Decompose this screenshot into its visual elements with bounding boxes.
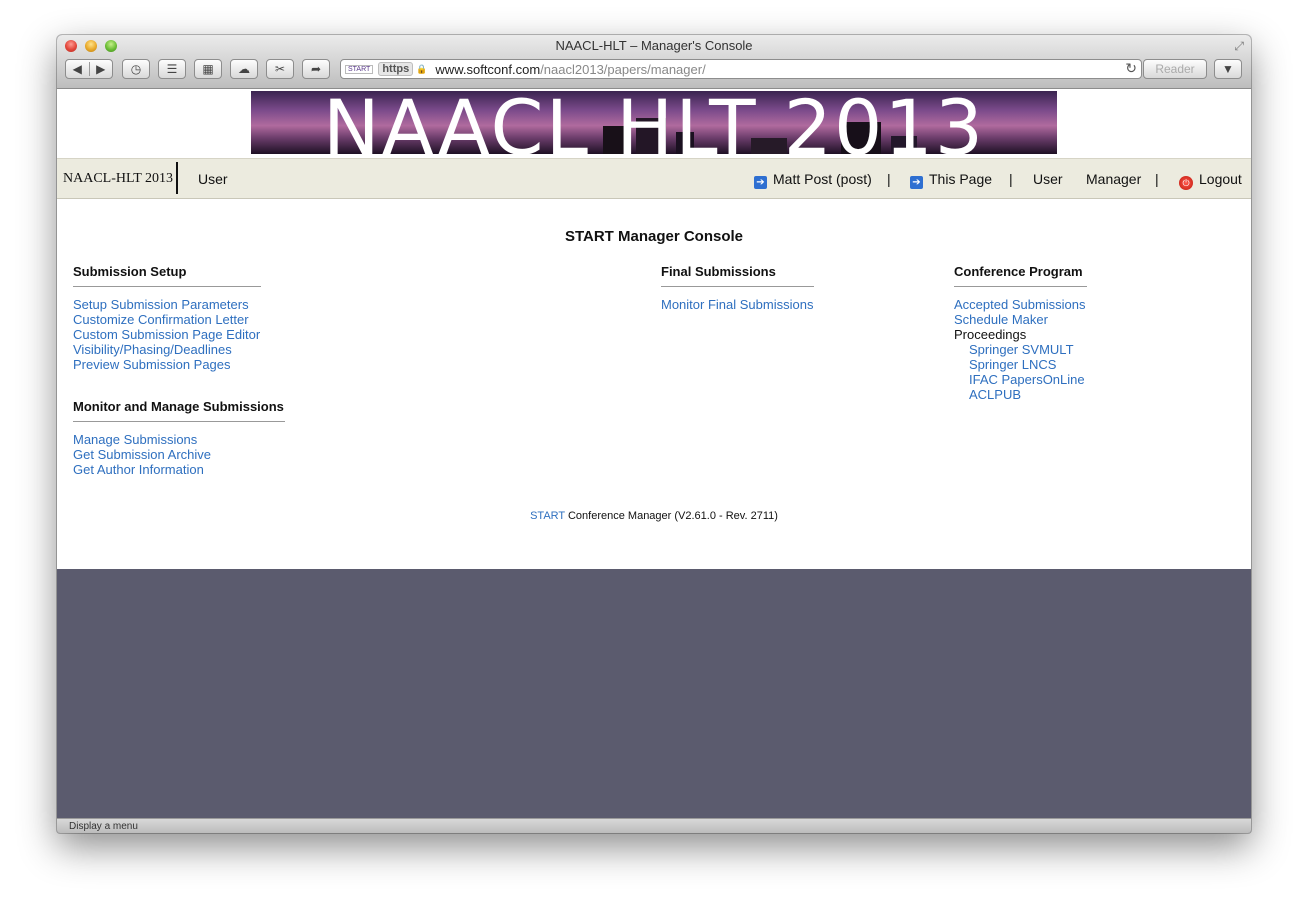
nav-separator: |: [1155, 171, 1159, 187]
springer-svmult-link[interactable]: Springer SVMULT: [954, 342, 1086, 357]
clip-button[interactable]: ✂: [266, 59, 294, 79]
arrow-right-icon: ➔: [910, 176, 923, 189]
conference-name[interactable]: NAACL-HLT 2013: [63, 171, 173, 187]
title-bar: NAACL-HLT – Manager's Console ⤢ ◀ ▶ ◷ ☰ …: [57, 35, 1251, 89]
proceedings-label: Proceedings: [954, 327, 1027, 342]
visibility-phasing-deadlines-link[interactable]: Visibility/Phasing/Deadlines: [73, 342, 260, 357]
nav-manager-link[interactable]: Manager: [1086, 171, 1141, 187]
status-bar: Display a menu: [57, 818, 1251, 833]
cloud-button[interactable]: ☁: [230, 59, 258, 79]
get-author-information-link[interactable]: Get Author Information: [73, 462, 211, 477]
aclpub-link[interactable]: ACLPUB: [954, 387, 1086, 402]
section-title-conference-program: Conference Program: [954, 264, 1087, 287]
back-arrow-icon[interactable]: ◀: [66, 62, 89, 76]
accepted-submissions-link[interactable]: Accepted Submissions: [954, 297, 1086, 312]
lock-icon: 🔒: [416, 63, 428, 74]
reload-icon[interactable]: ↻: [1125, 60, 1137, 77]
monitor-final-submissions-link[interactable]: Monitor Final Submissions: [661, 297, 813, 312]
springer-lncs-link[interactable]: Springer LNCS: [954, 357, 1086, 372]
https-badge: https: [378, 62, 414, 76]
cloud-icon: ☁: [238, 62, 250, 76]
page-footer: START Conference Manager (V2.61.0 - Rev.…: [57, 510, 1251, 522]
forward-arrow-icon[interactable]: ▶: [90, 62, 113, 76]
url-path[interactable]: /naacl2013/papers/manager/: [540, 62, 706, 77]
top-nav-bar: NAACL-HLT 2013 User ➔ Matt Post (post) | …: [57, 158, 1251, 199]
scissors-icon: ✂: [274, 62, 286, 76]
power-icon: ⏻: [1179, 176, 1193, 190]
final-submissions-links: Monitor Final Submissions: [661, 297, 813, 312]
top-sites-button[interactable]: ▦: [194, 59, 222, 79]
submission-setup-links: Setup Submission Parameters Customize Co…: [73, 297, 260, 372]
manage-submissions-link[interactable]: Manage Submissions: [73, 432, 211, 447]
conference-program-links: Accepted Submissions Schedule Maker Proc…: [954, 297, 1086, 402]
nav-divider: [176, 162, 178, 194]
monitor-manage-links: Manage Submissions Get Submission Archiv…: [73, 432, 211, 477]
nav-user-link[interactable]: User: [198, 171, 228, 187]
section-title-submission-setup: Submission Setup: [73, 264, 261, 287]
banner-title: NAACL HLT 2013: [322, 91, 986, 154]
bookmark-stack-icon: ☰: [166, 62, 178, 76]
bookmarks-button[interactable]: ☰: [158, 59, 186, 79]
page-title: START Manager Console: [564, 228, 744, 245]
clock-icon: ◷: [130, 62, 142, 76]
schedule-maker-link[interactable]: Schedule Maker: [954, 312, 1086, 327]
preview-submission-pages-link[interactable]: Preview Submission Pages: [73, 357, 260, 372]
section-title-monitor-manage: Monitor and Manage Submissions: [73, 399, 285, 422]
arrow-right-icon: ➔: [754, 176, 767, 189]
url-host[interactable]: www.softconf.com: [435, 62, 540, 77]
download-icon: ▼: [1222, 62, 1234, 76]
logout-link[interactable]: ⏻ Logout: [1179, 171, 1242, 190]
start-footer-link[interactable]: START: [530, 510, 565, 522]
customize-confirmation-letter-link[interactable]: Customize Confirmation Letter: [73, 312, 260, 327]
web-page: NAACL HLT 2013 NAACL-HLT 2013 User ➔ Matt…: [57, 89, 1251, 569]
browser-window: NAACL-HLT – Manager's Console ⤢ ◀ ▶ ◷ ☰ …: [57, 35, 1251, 833]
setup-submission-parameters-link[interactable]: Setup Submission Parameters: [73, 297, 260, 312]
downloads-button[interactable]: ▼: [1214, 59, 1242, 79]
nav-separator: |: [887, 171, 891, 187]
custom-submission-page-editor-link[interactable]: Custom Submission Page Editor: [73, 327, 260, 342]
grid-icon: ▦: [202, 62, 214, 76]
nav-separator: |: [1009, 171, 1013, 187]
reader-button[interactable]: Reader: [1143, 59, 1207, 79]
back-forward-buttons[interactable]: ◀ ▶: [65, 59, 113, 79]
address-bar[interactable]: START https 🔒 www.softconf.com/naacl2013…: [340, 59, 1142, 79]
window-title: NAACL-HLT – Manager's Console: [555, 38, 753, 53]
share-button[interactable]: ➦: [302, 59, 330, 79]
share-icon: ➦: [310, 62, 322, 76]
nav-user-right-link[interactable]: User: [1033, 171, 1063, 187]
this-page-link[interactable]: ➔ This Page: [910, 171, 992, 189]
fullscreen-icon[interactable]: ⤢: [1234, 39, 1244, 54]
site-favicon: START: [345, 64, 374, 74]
account-link[interactable]: ➔ Matt Post (post): [754, 171, 872, 189]
conference-banner: NAACL HLT 2013: [251, 91, 1057, 154]
get-submission-archive-link[interactable]: Get Submission Archive: [73, 447, 211, 462]
history-button[interactable]: ◷: [122, 59, 150, 79]
section-title-final-submissions: Final Submissions: [661, 264, 814, 287]
ifac-papersonline-link[interactable]: IFAC PapersOnLine: [954, 372, 1086, 387]
footer-version-text: Conference Manager (V2.61.0 - Rev. 2711): [567, 510, 778, 522]
